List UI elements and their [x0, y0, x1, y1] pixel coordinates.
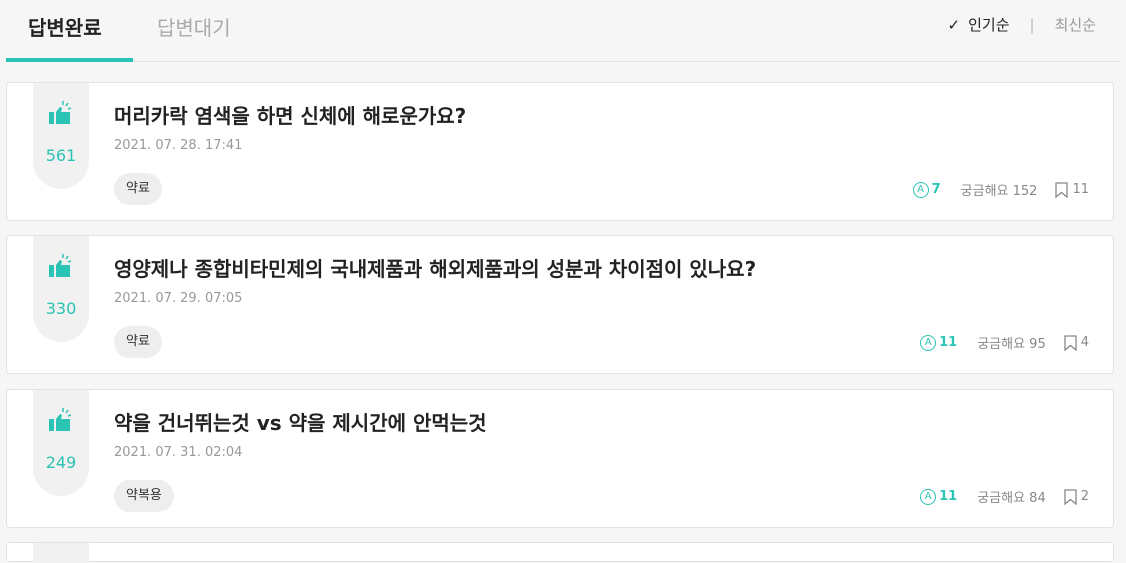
vote-box[interactable]: 249	[33, 390, 89, 496]
vote-box-partial	[33, 543, 89, 563]
question-meta: A 11 궁금해요 84 2	[920, 487, 1089, 506]
active-tab-underline	[6, 58, 133, 62]
category-tag[interactable]: 약료	[114, 173, 162, 205]
thumbs-up-icon	[49, 254, 72, 277]
thumbs-up-icon	[49, 101, 72, 124]
vote-count: 249	[45, 453, 77, 472]
bookmark-icon	[1064, 488, 1077, 505]
question-meta: A 11 궁금해요 95 4	[920, 333, 1089, 352]
answer-count-value: 11	[939, 335, 958, 350]
question-date: 2021. 07. 29. 07:05	[114, 291, 243, 306]
answer-count: A 11	[920, 334, 958, 351]
curious-count: 궁금해요 84	[977, 491, 1046, 506]
vote-box[interactable]: 330	[33, 236, 89, 342]
bookmark-icon	[1064, 334, 1077, 351]
answer-a-icon: A	[920, 334, 937, 351]
question-card[interactable]: 561 머리카락 염색을 하면 신체에 해로운가요? 2021. 07. 28.…	[6, 82, 1114, 221]
answer-count: A 11	[920, 488, 958, 505]
question-card-partial[interactable]	[6, 542, 1114, 563]
question-title[interactable]: 머리카락 염색을 하면 신체에 해로운가요?	[114, 100, 466, 129]
category-tag[interactable]: 약복용	[114, 480, 174, 512]
bookmark-icon	[1055, 181, 1069, 198]
tab-waiting[interactable]: 답변대기	[157, 12, 231, 41]
check-icon: ✓	[947, 15, 961, 34]
question-card[interactable]: 249 약을 건너뛰는것 vs 약을 제시간에 안먹는것 2021. 07. 3…	[6, 389, 1114, 528]
answer-count: A 7	[912, 181, 941, 198]
question-title[interactable]: 약을 건너뛰는것 vs 약을 제시간에 안먹는것	[114, 407, 487, 436]
tab-answered[interactable]: 답변완료	[28, 12, 102, 41]
question-date: 2021. 07. 28. 17:41	[114, 138, 243, 153]
vote-count: 330	[45, 299, 77, 318]
bookmark-count: 11	[1072, 182, 1089, 197]
vote-count: 561	[45, 146, 77, 165]
vote-box[interactable]: 561	[33, 83, 89, 189]
category-tag[interactable]: 약료	[114, 326, 162, 358]
sort-popular[interactable]: 인기순	[968, 14, 1009, 35]
question-title[interactable]: 영양제나 종합비타민제의 국내제품과 해외제품과의 성분과 차이점이 있나요?	[114, 253, 756, 282]
curious-count: 궁금해요 95	[977, 337, 1046, 352]
answer-a-icon: A	[912, 181, 929, 198]
tabs-bar: 답변완료 답변대기 ✓ 인기순 | 최신순	[6, 0, 1120, 62]
bookmark-button[interactable]: 2	[1064, 488, 1089, 505]
question-card[interactable]: 330 영양제나 종합비타민제의 국내제품과 해외제품과의 성분과 차이점이 있…	[6, 235, 1114, 374]
answer-count-value: 11	[939, 489, 958, 504]
question-meta: A 7 궁금해요 152 11	[912, 180, 1089, 199]
bookmark-button[interactable]: 11	[1055, 181, 1089, 198]
bookmark-button[interactable]: 4	[1064, 334, 1089, 351]
sort-options: ✓ 인기순 | 최신순	[948, 14, 1096, 35]
bookmark-count: 2	[1080, 489, 1089, 504]
thumbs-up-icon	[49, 408, 72, 431]
bookmark-count: 4	[1080, 335, 1089, 350]
answer-a-icon: A	[920, 488, 937, 505]
question-date: 2021. 07. 31. 02:04	[114, 445, 243, 460]
sort-latest[interactable]: 최신순	[1055, 14, 1096, 35]
curious-count: 궁금해요 152	[960, 184, 1038, 199]
sort-divider: |	[1029, 15, 1035, 34]
answer-count-value: 7	[931, 182, 941, 197]
